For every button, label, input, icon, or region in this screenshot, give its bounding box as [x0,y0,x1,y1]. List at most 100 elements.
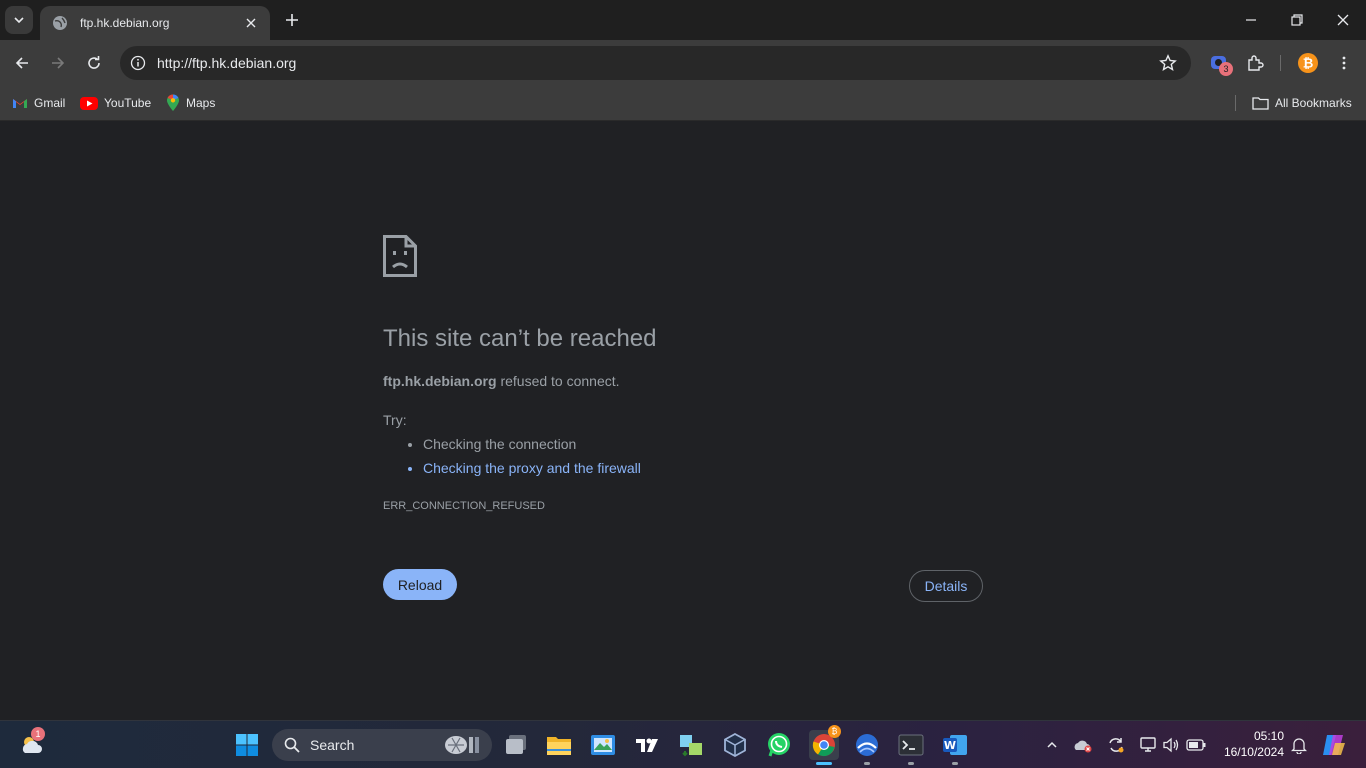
suggestion-check-proxy-link[interactable]: Checking the proxy and the firewall [423,458,641,482]
error-headline: This site can’t be reached [383,325,657,352]
battery-icon [1186,739,1206,751]
word-button[interactable]: W [941,731,969,759]
minimize-button[interactable] [1236,8,1266,32]
site-info-icon[interactable] [128,53,148,73]
taskbar: 1 Search ₿ W 05:10 16/10/2024 [0,720,1366,768]
clock-time: 05:10 [1253,729,1284,743]
restore-button[interactable] [1282,8,1312,32]
try-label: Try: [383,412,407,428]
browser-menu-button[interactable] [1332,51,1356,75]
new-tab-button[interactable] [282,10,302,30]
terminal-running-indicator [908,762,914,765]
reload-button[interactable]: Reload [383,569,457,600]
gmail-icon [13,99,27,108]
chrome-bitcoin-badge-icon: ₿ [828,725,841,738]
bookmark-youtube[interactable]: YouTube [80,93,151,113]
tradingview-icon [636,738,658,752]
bookmarks-divider [1235,95,1236,111]
tab-active[interactable]: ftp.hk.debian.org [40,6,270,40]
address-bar[interactable]: http://ftp.hk.debian.org [120,46,1191,80]
bookmark-label: Maps [186,96,216,110]
onedrive-tray-button[interactable] [1073,735,1093,755]
extension-badge: 3 [1219,62,1233,76]
back-button[interactable] [8,49,36,77]
browser-toolbar: http://ftp.hk.debian.org 3 ₿ [0,40,1366,86]
speaker-icon [1163,737,1179,753]
close-window-button[interactable] [1328,8,1358,32]
all-bookmarks-button[interactable]: All Bookmarks [1252,93,1352,113]
task-view-button[interactable] [502,731,530,759]
edge-like-browser-button[interactable] [853,731,881,759]
tray-overflow-button[interactable] [1042,735,1062,755]
cloud-error-icon [1074,740,1092,753]
forward-button[interactable] [44,49,72,77]
chrome-running-indicator [816,762,832,765]
chevron-up-icon [1047,741,1057,748]
taskbar-search[interactable]: Search [272,729,492,761]
arrow-left-icon [15,57,28,69]
copilot-icon [1323,735,1345,755]
virtualbox-button[interactable] [721,731,749,759]
photos-app-button[interactable] [589,731,617,759]
refresh-button[interactable] [80,49,108,77]
bitcoin-extension-button[interactable]: ₿ [1296,51,1320,75]
error-host: ftp.hk.debian.org [383,373,497,389]
search-icon [284,737,300,753]
folder-app-icon [547,737,571,755]
bitcoin-icon: ₿ [1298,53,1318,73]
chrome-button[interactable]: ₿ [809,725,841,760]
virtualbox-icon [724,733,746,757]
chevron-down-icon [14,17,24,24]
more-vert-icon [1342,56,1346,70]
tab-search-button[interactable] [5,6,33,34]
word-icon: W [943,735,967,755]
tab-close-icon[interactable] [242,14,260,32]
whatsapp-icon [768,733,790,757]
network-tray-button[interactable] [1138,735,1158,755]
clock-date: 16/10/2024 [1223,745,1284,759]
extensions-menu-button[interactable] [1243,51,1267,75]
terminal-icon [898,734,924,756]
bookmark-star-icon[interactable] [1159,54,1177,72]
details-button[interactable]: Details [909,570,983,602]
volume-tray-button[interactable] [1161,735,1181,755]
plus-icon [286,14,298,26]
transfer-app-button[interactable] [677,731,705,759]
sync-tray-button[interactable] [1106,735,1126,755]
url-text[interactable]: http://ftp.hk.debian.org [157,55,296,71]
bookmark-maps[interactable]: Maps [166,93,215,113]
all-bookmarks-label: All Bookmarks [1275,96,1352,110]
battery-tray-button[interactable] [1186,735,1206,755]
whatsapp-button[interactable] [765,731,793,759]
tab-title: ftp.hk.debian.org [80,16,170,30]
bookmarks-bar: Gmail YouTube Maps All Bookmarks [0,86,1366,121]
tradingview-button[interactable] [633,731,661,759]
windows-logo-icon [236,734,258,756]
folder-icon [1252,97,1269,110]
youtube-icon [80,96,98,110]
toolbar-divider [1280,55,1281,71]
sad-page-icon [383,235,417,277]
page-content: This site can’t be reached ftp.hk.debian… [0,121,1366,720]
taskbar-clock[interactable]: 05:10 16/10/2024 [1212,728,1284,760]
task-view-icon [506,735,526,754]
bookmark-gmail[interactable]: Gmail [12,93,65,113]
minimize-icon [1246,19,1256,21]
taskbar-search-label: Search [310,737,355,753]
globe-icon [53,16,67,30]
weather-widget[interactable]: 1 [18,727,46,759]
browser-sphere-icon [856,734,878,756]
terminal-button[interactable] [897,731,925,759]
start-button[interactable] [233,731,261,759]
maps-icon [167,94,179,111]
notifications-button[interactable] [1289,735,1309,755]
bell-icon [1291,738,1307,754]
extension-button[interactable]: 3 [1207,51,1233,76]
svg-text:W: W [944,739,956,752]
restore-icon [1291,14,1303,26]
suggestion-check-connection: Checking the connection [423,434,641,458]
puzzle-icon [1248,55,1264,71]
file-explorer-button[interactable] [545,731,573,759]
bookmark-label: YouTube [104,96,152,110]
copilot-button[interactable] [1320,731,1348,759]
